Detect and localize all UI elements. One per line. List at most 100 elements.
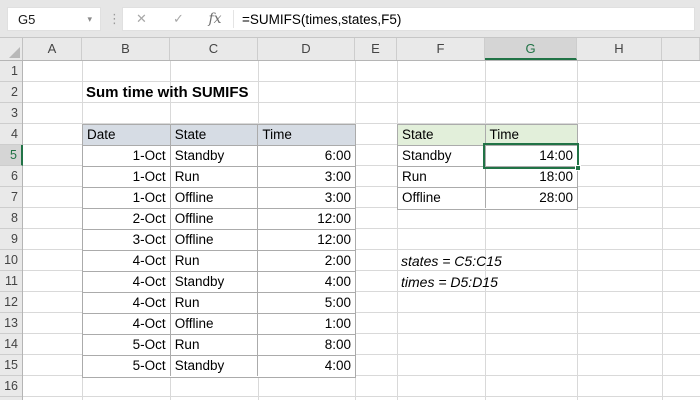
row-header-9[interactable]: 9 [0, 229, 22, 250]
state-cell[interactable]: Run [398, 167, 486, 187]
row-header-13[interactable]: 13 [0, 313, 22, 334]
time-cell[interactable]: 28:00 [486, 188, 577, 208]
time-cell[interactable]: 6:00 [258, 146, 355, 166]
column-header-g-selected[interactable]: G [485, 38, 577, 60]
state-cell[interactable]: Standby [171, 356, 259, 376]
time-cell[interactable]: 8:00 [258, 335, 355, 355]
row-header-3[interactable]: 3 [0, 103, 22, 124]
data-table-header-time[interactable]: Time [258, 125, 355, 145]
gridline [485, 61, 486, 400]
column-header-h[interactable]: H [577, 38, 662, 60]
row-header-10[interactable]: 10 [0, 250, 22, 271]
formula-input[interactable]: =SUMIFS(times,states,F5) [242, 12, 401, 27]
row-header-16[interactable]: 16 [0, 376, 22, 397]
time-cell[interactable]: 4:00 [258, 356, 355, 376]
formula-divider [233, 10, 234, 28]
data-table-header-state[interactable]: State [171, 125, 259, 145]
sheet-title[interactable]: Sum time with SUMIFS [86, 84, 249, 101]
data-table-header-date[interactable]: Date [83, 125, 171, 145]
row-header-5-selected[interactable]: 5 [0, 145, 23, 166]
row-header-15[interactable]: 15 [0, 355, 22, 376]
enter-icon[interactable]: ✓ [160, 11, 197, 27]
summary-header-state[interactable]: State [398, 125, 486, 145]
date-cell[interactable]: 4-Oct [83, 251, 171, 271]
named-range-note-times[interactable]: times = D5:D15 [401, 274, 498, 290]
row-header-8[interactable]: 8 [0, 208, 22, 229]
column-header-filler [662, 38, 700, 60]
state-cell[interactable]: Offline [171, 230, 259, 250]
column-header-e[interactable]: E [355, 38, 397, 60]
column-header-b[interactable]: B [82, 38, 170, 60]
date-cell[interactable]: 4-Oct [83, 272, 171, 292]
state-cell[interactable]: Standby [398, 146, 486, 166]
time-cell[interactable]: 5:00 [258, 293, 355, 313]
state-cell[interactable]: Run [171, 335, 259, 355]
time-cell[interactable]: 12:00 [258, 209, 355, 229]
data-table-row: 5-Oct Run 8:00 [83, 335, 355, 356]
data-table-row: 1-Oct Standby 6:00 [83, 146, 355, 167]
column-header-c[interactable]: C [170, 38, 258, 60]
time-cell[interactable]: 2:00 [258, 251, 355, 271]
column-header-f[interactable]: F [397, 38, 485, 60]
name-box[interactable]: G5 ▾ [7, 7, 101, 31]
column-header-d[interactable]: D [258, 38, 355, 60]
data-table-row: 4-Oct Run 2:00 [83, 251, 355, 272]
summary-row: Run 18:00 [398, 167, 577, 188]
row-header-12[interactable]: 12 [0, 292, 22, 313]
data-table-row: 4-Oct Offline 1:00 [83, 314, 355, 335]
date-cell[interactable]: 1-Oct [83, 146, 171, 166]
time-cell[interactable]: 1:00 [258, 314, 355, 334]
summary-row: Offline 28:00 [398, 188, 577, 209]
time-cell[interactable]: 3:00 [258, 188, 355, 208]
row-header-11[interactable]: 11 [0, 271, 22, 292]
summary-header-time[interactable]: Time [486, 125, 577, 145]
row-header-2[interactable]: 2 [0, 82, 22, 103]
formula-bar-separator-dots: ⋮ [108, 7, 121, 31]
date-cell[interactable]: 4-Oct [83, 314, 171, 334]
state-cell[interactable]: Standby [171, 272, 259, 292]
name-box-value[interactable]: G5 [8, 12, 87, 27]
row-header-column: 1 2 3 4 5 6 7 8 9 10 11 12 13 14 15 16 [0, 61, 23, 400]
date-cell[interactable]: 2-Oct [83, 209, 171, 229]
state-cell[interactable]: Run [171, 167, 259, 187]
row-header-7[interactable]: 7 [0, 187, 22, 208]
data-table-row: 2-Oct Offline 12:00 [83, 209, 355, 230]
data-table-row: 4-Oct Standby 4:00 [83, 272, 355, 293]
row-header-1[interactable]: 1 [0, 61, 22, 82]
row-header-4[interactable]: 4 [0, 124, 22, 145]
column-header-a[interactable]: A [23, 38, 82, 60]
column-header-row: A B C D E F G H [0, 38, 700, 61]
gridline [577, 61, 578, 400]
excel-window: G5 ▾ ⋮ ✕ ✓ fx =SUMIFS(times,states,F5) A… [0, 0, 700, 400]
state-cell[interactable]: Offline [171, 314, 259, 334]
state-cell[interactable]: Offline [398, 188, 486, 208]
time-cell[interactable]: 12:00 [258, 230, 355, 250]
state-cell[interactable]: Standby [171, 146, 259, 166]
date-cell[interactable]: 4-Oct [83, 293, 171, 313]
state-cell[interactable]: Offline [171, 188, 259, 208]
formula-bar: G5 ▾ ⋮ ✕ ✓ fx =SUMIFS(times,states,F5) [0, 0, 700, 38]
state-cell[interactable]: Run [171, 251, 259, 271]
data-table-row: 1-Oct Run 3:00 [83, 167, 355, 188]
state-cell[interactable]: Run [171, 293, 259, 313]
insert-function-icon[interactable]: fx [197, 11, 233, 27]
data-table-header-row: Date State Time [83, 125, 355, 146]
date-cell[interactable]: 5-Oct [83, 356, 171, 376]
named-range-note-states[interactable]: states = C5:C15 [401, 253, 502, 269]
row-header-6[interactable]: 6 [0, 166, 22, 187]
state-cell[interactable]: Offline [171, 209, 259, 229]
name-box-dropdown-icon[interactable]: ▾ [87, 14, 100, 25]
select-all-corner[interactable] [0, 38, 23, 60]
formula-input-area: ✕ ✓ fx =SUMIFS(times,states,F5) [122, 7, 695, 31]
data-table-row: 1-Oct Offline 3:00 [83, 188, 355, 209]
time-cell[interactable]: 4:00 [258, 272, 355, 292]
date-cell[interactable]: 5-Oct [83, 335, 171, 355]
date-cell[interactable]: 1-Oct [83, 188, 171, 208]
time-cell[interactable]: 3:00 [258, 167, 355, 187]
cancel-icon[interactable]: ✕ [123, 11, 160, 27]
fill-handle[interactable] [575, 165, 581, 171]
date-cell[interactable]: 3-Oct [83, 230, 171, 250]
time-cell[interactable]: 18:00 [486, 167, 577, 187]
date-cell[interactable]: 1-Oct [83, 167, 171, 187]
row-header-14[interactable]: 14 [0, 334, 22, 355]
